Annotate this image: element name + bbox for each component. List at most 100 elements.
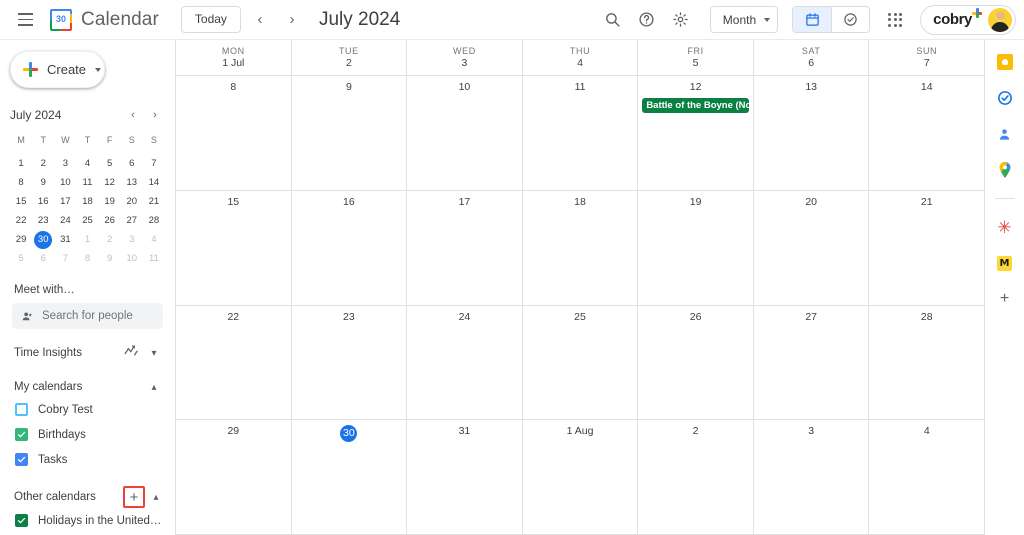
mini-calendar-day[interactable]: 10 bbox=[54, 173, 76, 192]
mini-calendar-day[interactable]: 2 bbox=[32, 154, 54, 173]
mini-calendar-day[interactable]: 6 bbox=[121, 154, 143, 173]
mini-calendar-day[interactable]: 15 bbox=[10, 192, 32, 211]
calendar-day-cell[interactable]: 4 bbox=[869, 420, 985, 535]
calendar-day-number[interactable]: 18 bbox=[523, 194, 638, 211]
calendar-day-cell[interactable]: 15 bbox=[176, 190, 292, 306]
search-people-input[interactable]: Search for people bbox=[12, 303, 163, 329]
calendar-day-number[interactable]: 29 bbox=[176, 423, 291, 440]
mini-calendar-day[interactable]: 3 bbox=[54, 154, 76, 173]
calendar-event-chip[interactable]: Battle of the Boyne (Northe bbox=[642, 98, 749, 113]
hamburger-icon[interactable] bbox=[10, 5, 40, 35]
mini-calendar-day[interactable]: 22 bbox=[10, 211, 32, 230]
search-icon[interactable] bbox=[598, 5, 628, 35]
mini-calendar-day[interactable]: 25 bbox=[76, 211, 98, 230]
calendar-day-cell[interactable]: 27 bbox=[753, 305, 870, 421]
addon-yellow-icon[interactable]: M bbox=[995, 253, 1015, 273]
calendar-day-cell[interactable]: 18 bbox=[522, 190, 639, 306]
calendar-day-cell[interactable]: 26 bbox=[638, 305, 754, 421]
mini-calendar-prev-button[interactable]: ‹ bbox=[123, 105, 143, 125]
mini-calendar-day[interactable]: 13 bbox=[121, 173, 143, 192]
day-header-date[interactable]: 7 bbox=[924, 57, 930, 69]
help-icon[interactable] bbox=[632, 5, 662, 35]
my-calendar-item[interactable]: Tasks bbox=[0, 447, 175, 472]
calendar-day-cell[interactable]: 23 bbox=[291, 305, 408, 421]
calendar-day-cell[interactable]: 11 bbox=[522, 76, 639, 191]
calendar-day-number[interactable]: 20 bbox=[754, 194, 869, 211]
mini-calendar-day[interactable]: 4 bbox=[76, 154, 98, 173]
mini-calendar-next-button[interactable]: › bbox=[145, 105, 165, 125]
mini-calendar-day[interactable]: 5 bbox=[99, 154, 121, 173]
my-calendars-row[interactable]: My calendars ▴ bbox=[0, 377, 175, 397]
calendar-day-number[interactable]: 4 bbox=[869, 423, 984, 440]
mini-calendar-day[interactable]: 23 bbox=[32, 211, 54, 230]
other-calendars-row[interactable]: Other calendars + ▴ bbox=[0, 486, 175, 508]
calendar-day-cell[interactable]: 17 bbox=[407, 190, 523, 306]
calendar-day-cell[interactable]: 24 bbox=[407, 305, 523, 421]
calendar-day-number[interactable]: 30 bbox=[340, 425, 358, 443]
calendar-day-cell[interactable]: 30 bbox=[291, 420, 408, 535]
calendar-view-button[interactable] bbox=[793, 7, 832, 32]
calendar-day-cell[interactable]: 19 bbox=[638, 190, 754, 306]
mini-calendar-day[interactable]: 7 bbox=[54, 249, 76, 268]
calendar-day-cell[interactable]: 31 bbox=[407, 420, 523, 535]
mini-calendar-day[interactable]: 30 bbox=[32, 230, 54, 249]
calendar-day-number[interactable]: 22 bbox=[176, 309, 291, 326]
calendar-day-number[interactable]: 14 bbox=[869, 79, 984, 96]
calendar-day-cell[interactable]: 21 bbox=[869, 191, 985, 306]
add-addon-icon[interactable]: + bbox=[995, 289, 1015, 309]
mini-calendar-day[interactable]: 17 bbox=[54, 192, 76, 211]
mini-calendar-day[interactable]: 2 bbox=[99, 230, 121, 249]
calendar-day-number[interactable]: 12 bbox=[638, 79, 753, 96]
mini-calendar-day[interactable]: 28 bbox=[143, 211, 165, 230]
mini-calendar-day[interactable]: 11 bbox=[76, 173, 98, 192]
calendar-day-number[interactable]: 17 bbox=[407, 194, 522, 211]
mini-calendar-day[interactable]: 9 bbox=[32, 173, 54, 192]
mini-calendar-day[interactable]: 16 bbox=[32, 192, 54, 211]
calendar-day-cell[interactable]: 9 bbox=[291, 76, 408, 191]
google-tasks-icon[interactable] bbox=[995, 88, 1015, 108]
mini-calendar-day[interactable]: 1 bbox=[10, 154, 32, 173]
mini-calendar-day[interactable]: 19 bbox=[99, 192, 121, 211]
calendar-day-cell[interactable]: 2 bbox=[638, 420, 754, 535]
my-calendar-item[interactable]: Cobry Test bbox=[0, 397, 175, 422]
mini-calendar-day[interactable]: 3 bbox=[121, 230, 143, 249]
mini-calendar-day[interactable]: 6 bbox=[32, 249, 54, 268]
mini-calendar-day[interactable]: 14 bbox=[143, 173, 165, 192]
my-calendar-checkbox[interactable] bbox=[15, 403, 28, 416]
calendar-day-number[interactable]: 13 bbox=[754, 79, 869, 96]
calendar-day-number[interactable]: 24 bbox=[407, 309, 522, 326]
mini-calendar-day[interactable]: 5 bbox=[10, 249, 32, 268]
day-header-date[interactable]: 4 bbox=[577, 57, 583, 69]
create-button[interactable]: Create bbox=[10, 51, 105, 88]
calendar-day-number[interactable]: 26 bbox=[638, 309, 753, 326]
calendar-day-cell[interactable]: 20 bbox=[753, 190, 870, 306]
mini-calendar-day[interactable]: 21 bbox=[143, 192, 165, 211]
google-keep-icon[interactable] bbox=[995, 52, 1015, 72]
view-mode-select[interactable]: Month bbox=[709, 6, 779, 33]
mini-calendar-day[interactable]: 18 bbox=[76, 192, 98, 211]
calendar-day-number[interactable]: 11 bbox=[523, 79, 638, 96]
mini-calendar-day[interactable]: 8 bbox=[76, 249, 98, 268]
avatar[interactable] bbox=[988, 7, 1012, 32]
day-header-date[interactable]: 2 bbox=[346, 57, 352, 69]
calendar-day-number[interactable]: 1 Aug bbox=[523, 423, 638, 440]
day-header-date[interactable]: 6 bbox=[808, 57, 814, 69]
mini-calendar-day[interactable]: 1 bbox=[76, 230, 98, 249]
calendar-day-cell[interactable]: 13 bbox=[753, 76, 870, 191]
calendar-day-number[interactable]: 31 bbox=[407, 423, 522, 440]
calendar-day-number[interactable]: 10 bbox=[407, 79, 522, 96]
calendar-day-cell[interactable]: 25 bbox=[522, 305, 639, 421]
other-calendar-checkbox[interactable] bbox=[15, 514, 28, 527]
mini-calendar-day[interactable]: 9 bbox=[99, 249, 121, 268]
chevron-down-icon[interactable]: ▾ bbox=[145, 348, 163, 359]
calendar-day-cell[interactable]: 12 Battle of the Boyne (Northe bbox=[638, 76, 754, 191]
mini-calendar-day[interactable]: 24 bbox=[54, 211, 76, 230]
calendar-day-number[interactable]: 28 bbox=[869, 309, 984, 326]
calendar-day-number[interactable]: 2 bbox=[638, 423, 753, 440]
calendar-day-cell[interactable]: 8 bbox=[176, 76, 292, 191]
account-chip[interactable]: cobry bbox=[920, 4, 1016, 35]
calendar-day-number[interactable]: 15 bbox=[176, 194, 291, 211]
calendar-day-number[interactable]: 16 bbox=[292, 194, 407, 211]
time-insights-row[interactable]: Time Insights ▾ bbox=[0, 343, 175, 363]
calendar-day-number[interactable]: 19 bbox=[638, 194, 753, 211]
